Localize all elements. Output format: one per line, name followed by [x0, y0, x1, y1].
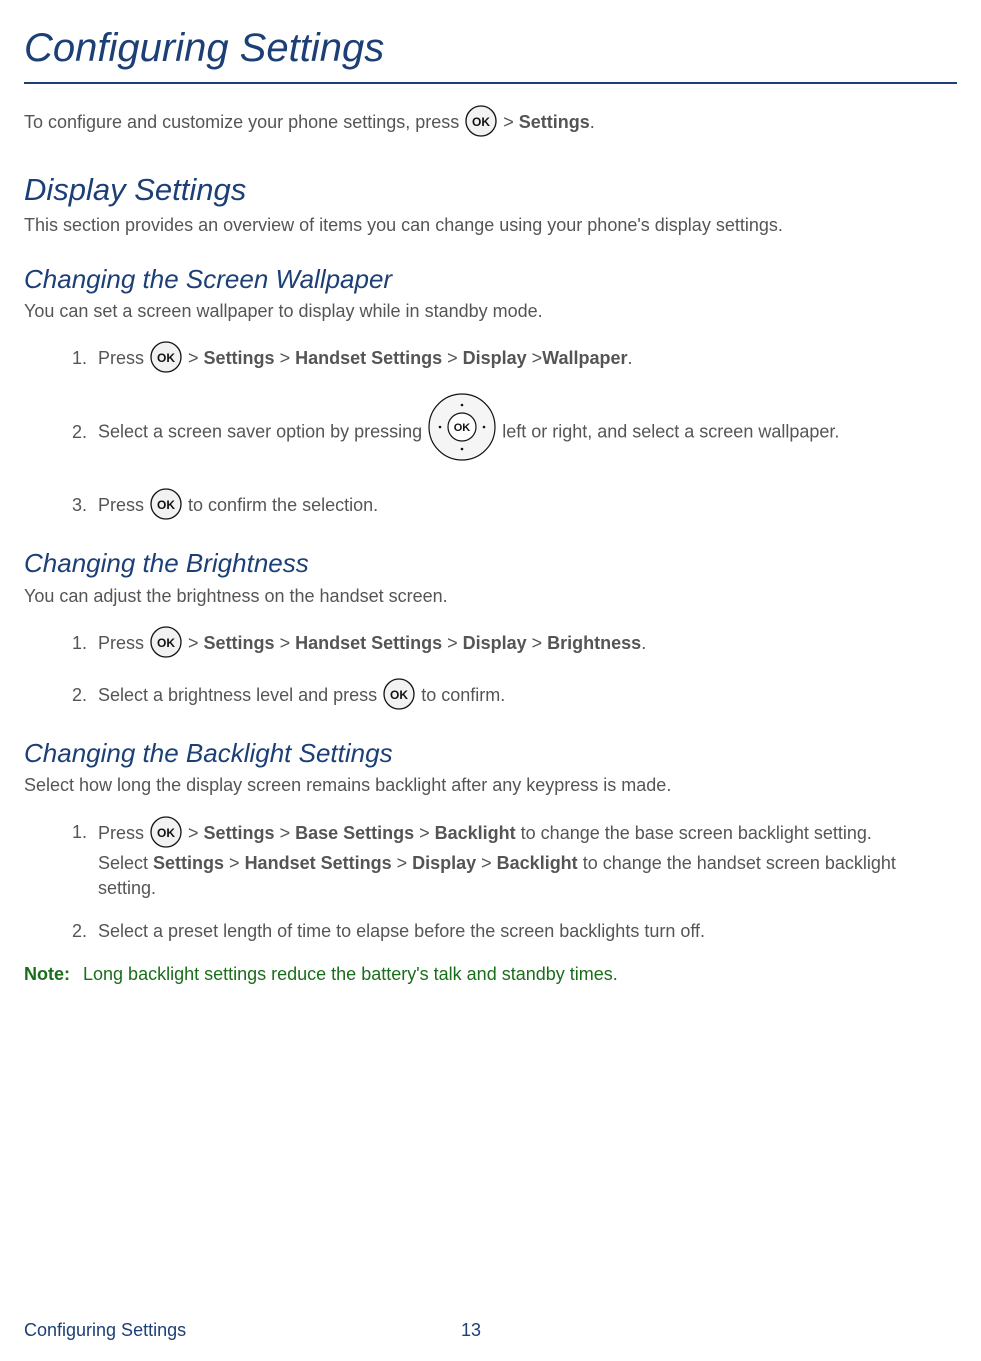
step1-select: Select — [98, 853, 153, 873]
gt: > — [442, 348, 463, 368]
note-text: Long backlight settings reduce the batte… — [83, 964, 618, 984]
path-s4: Brightness — [547, 633, 641, 653]
ok-icon — [149, 487, 183, 521]
footer: Configuring Settings 13 — [24, 1318, 957, 1343]
brightness-heading: Changing the Brightness — [24, 545, 957, 581]
period: . — [641, 633, 646, 653]
wallpaper-blurb: You can set a screen wallpaper to displa… — [24, 299, 957, 324]
wallpaper-steps: Press > Settings > Handset Settings > Di… — [24, 342, 957, 523]
ok-icon — [149, 340, 183, 374]
intro-settings-bold: Settings — [519, 112, 590, 132]
gt: > — [503, 112, 519, 132]
path-b-s1: Settings — [153, 853, 224, 873]
footer-title: Configuring Settings — [24, 1320, 186, 1340]
intro-paragraph: To configure and customize your phone se… — [24, 106, 957, 140]
gt: > — [188, 348, 204, 368]
brightness-steps: Press > Settings > Handset Settings > Di… — [24, 627, 957, 713]
path-s3: Display — [463, 348, 527, 368]
gt: > — [414, 822, 435, 842]
step-text: Press — [98, 348, 149, 368]
step-text-after: to confirm the selection. — [188, 495, 378, 515]
gt: > — [476, 853, 497, 873]
path-a-s2: Base Settings — [295, 822, 414, 842]
backlight-heading: Changing the Backlight Settings — [24, 735, 957, 771]
path-b-s2: Handset Settings — [245, 853, 392, 873]
step-text-after: to confirm. — [421, 685, 505, 705]
page-title: Configuring Settings — [24, 20, 957, 84]
gt: > — [275, 348, 296, 368]
backlight-blurb: Select how long the display screen remai… — [24, 773, 957, 798]
gt: > — [275, 822, 296, 842]
dpad-icon — [427, 392, 497, 469]
path-b-s3: Display — [412, 853, 476, 873]
tail-a: to change the base screen backlight sett… — [516, 822, 872, 842]
gt: > — [275, 633, 296, 653]
path-a-s1: Settings — [204, 822, 275, 842]
ok-icon — [382, 677, 416, 711]
path-s2: Handset Settings — [295, 633, 442, 653]
intro-text-before: To configure and customize your phone se… — [24, 112, 464, 132]
step-text-before: Press — [98, 495, 149, 515]
backlight-step-2: Select a preset length of time to elapse… — [92, 919, 957, 944]
ok-icon — [149, 815, 183, 849]
path-b-s4: Backlight — [497, 853, 578, 873]
display-settings-blurb: This section provides an overview of ite… — [24, 213, 957, 238]
gt: > — [527, 348, 543, 368]
path-s1: Settings — [204, 348, 275, 368]
step-text-before: Select a brightness level and press — [98, 685, 382, 705]
gt: > — [188, 633, 204, 653]
backlight-steps: Press > Settings > Base Settings > Backl… — [24, 817, 957, 945]
backlight-step-1: Press > Settings > Base Settings > Backl… — [92, 817, 957, 901]
step-text: Press — [98, 633, 149, 653]
gt: > — [224, 853, 245, 873]
display-settings-heading: Display Settings — [24, 168, 957, 211]
brightness-step-1: Press > Settings > Handset Settings > Di… — [92, 627, 957, 661]
intro-period: . — [590, 112, 595, 132]
wallpaper-step-2: Select a screen saver option by pressing… — [92, 394, 957, 471]
ok-icon — [149, 625, 183, 659]
path-s1: Settings — [204, 633, 275, 653]
step-text-after: left or right, and select a screen wallp… — [502, 422, 839, 442]
wallpaper-heading: Changing the Screen Wallpaper — [24, 261, 957, 297]
note: Note: Long backlight settings reduce the… — [24, 962, 957, 987]
path-s4: Wallpaper — [542, 348, 627, 368]
path-a-s3: Backlight — [435, 822, 516, 842]
step-text: Select a preset length of time to elapse… — [98, 921, 705, 941]
gt: > — [188, 822, 204, 842]
path-s3: Display — [463, 633, 527, 653]
brightness-step-2: Select a brightness level and press to c… — [92, 679, 957, 713]
wallpaper-step-1: Press > Settings > Handset Settings > Di… — [92, 342, 957, 376]
period: . — [628, 348, 633, 368]
step-text-before: Select a screen saver option by pressing — [98, 422, 427, 442]
wallpaper-step-3: Press to confirm the selection. — [92, 489, 957, 523]
gt: > — [392, 853, 413, 873]
ok-icon — [464, 104, 498, 138]
step-text: Press — [98, 822, 149, 842]
gt: > — [527, 633, 548, 653]
footer-page-number: 13 — [461, 1318, 481, 1343]
path-s2: Handset Settings — [295, 348, 442, 368]
note-label: Note: — [24, 964, 70, 984]
gt: > — [442, 633, 463, 653]
brightness-blurb: You can adjust the brightness on the han… — [24, 584, 957, 609]
